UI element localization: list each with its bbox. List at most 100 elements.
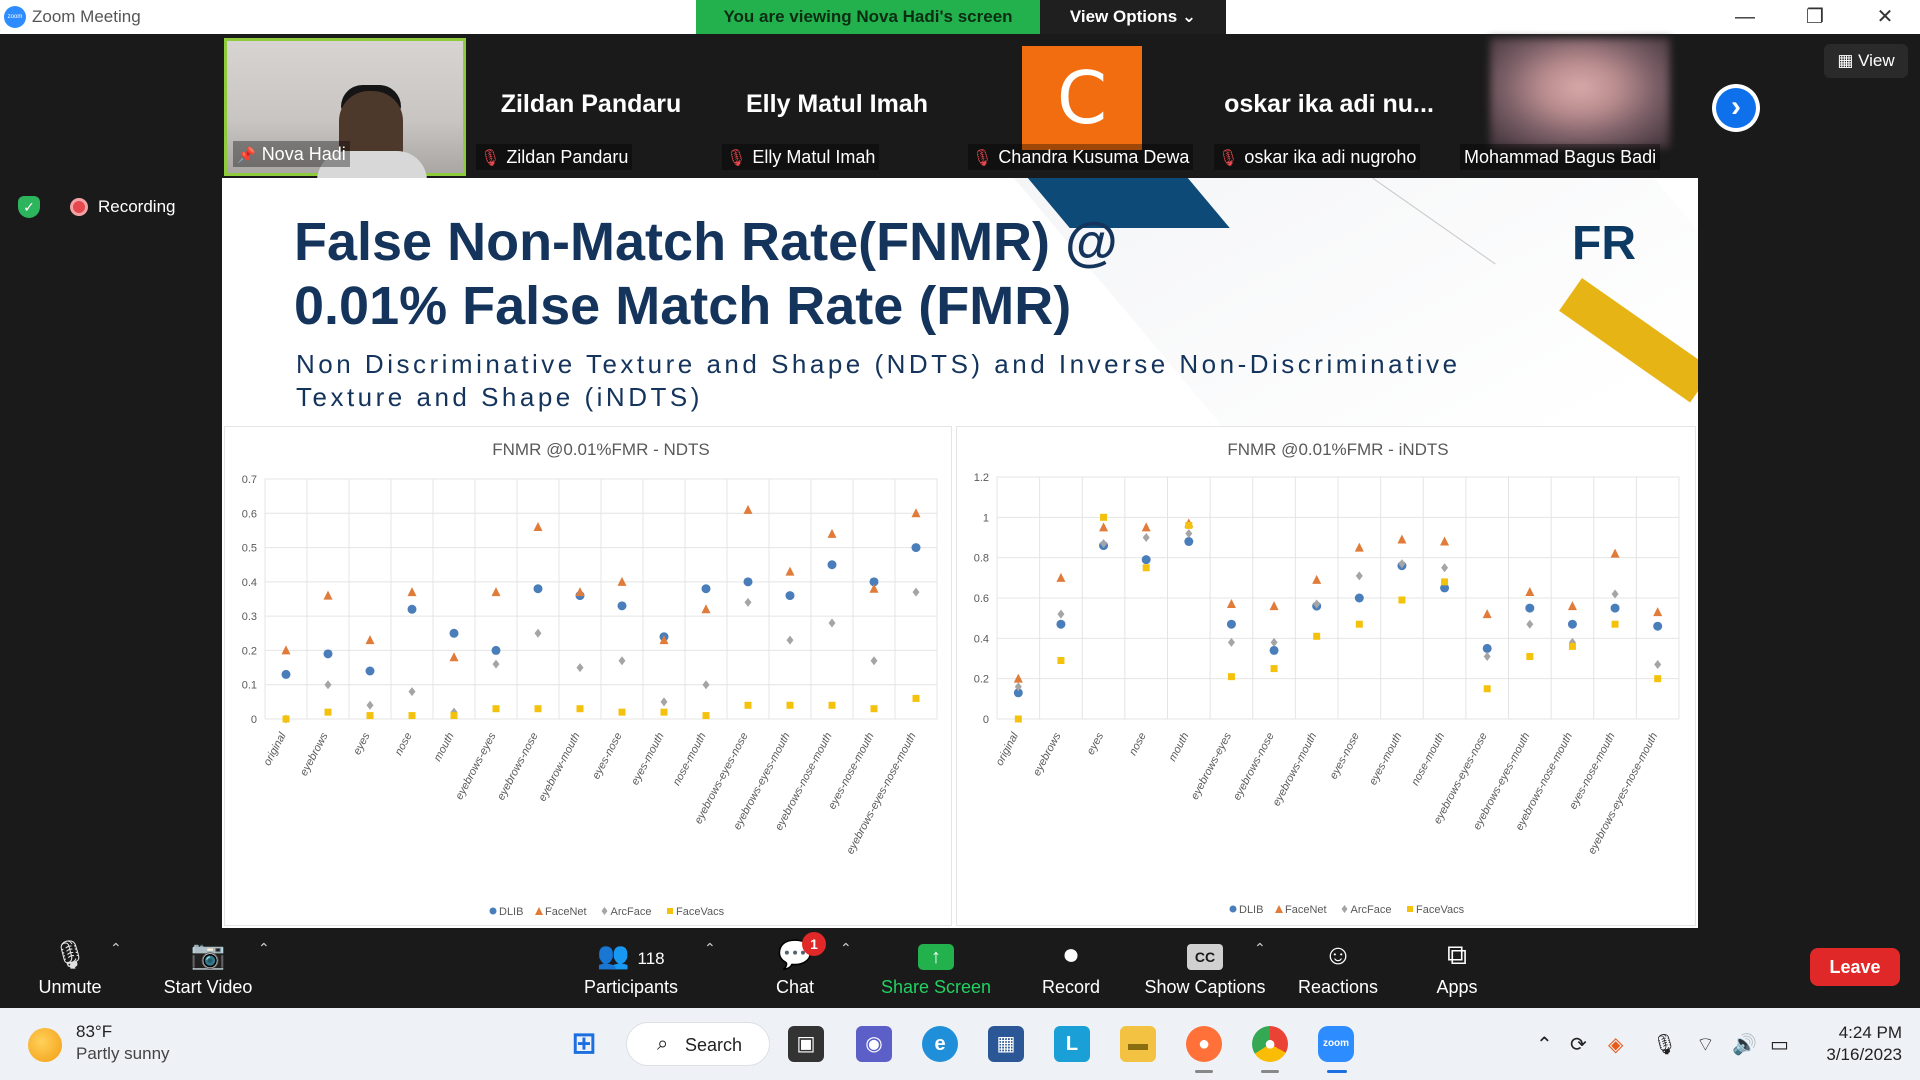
data-point-arcface <box>366 700 374 710</box>
participants-icon-row: 👥 118 <box>572 934 690 976</box>
y-tick-label: 0.2 <box>242 645 257 657</box>
legend-label: FaceNet <box>545 906 587 918</box>
data-point-facevacs <box>492 705 500 713</box>
firefox-icon[interactable]: ● <box>1186 1026 1222 1062</box>
chat-caret[interactable]: ⌃ <box>840 940 852 957</box>
battery-icon[interactable]: ▭ <box>1770 1032 1789 1057</box>
close-button[interactable]: ✕ <box>1850 0 1920 34</box>
data-point-arcface <box>492 659 500 669</box>
data-point-facenet <box>575 587 585 597</box>
participant-tile-chandra[interactable]: C 🎙 Chandra Kusuma Dewa <box>962 38 1204 176</box>
l-app-icon[interactable]: L <box>1054 1026 1090 1062</box>
file-explorer-icon[interactable]: ▬ <box>1120 1026 1156 1062</box>
chrome-running-indicator <box>1261 1070 1279 1073</box>
windows-start-icon[interactable]: ⊞ <box>566 1026 602 1062</box>
participant-name-label: 🎙 Zildan Pandaru <box>476 144 633 170</box>
chart-indts-svg: FNMR @0.01%FMR - iNDTS 0 0.2 0.4 0.6 0.8 1 1.2 o… <box>974 440 1680 916</box>
taskbar-search[interactable]: ⌕ Search <box>626 1022 770 1066</box>
app-tray-icon[interactable]: ◈ <box>1608 1032 1623 1057</box>
data-point-arcface <box>1185 528 1193 538</box>
view-options-button[interactable]: View Options ⌄ <box>1040 0 1226 34</box>
clock-date: 3/16/2023 <box>1826 1045 1902 1064</box>
system-clock[interactable]: 4:24 PM 3/16/2023 <box>1818 1022 1902 1066</box>
data-point-facenet <box>365 635 375 645</box>
teams-chat-icon[interactable]: ◉ <box>856 1026 892 1062</box>
x-tick-label: eyes <box>1085 730 1107 757</box>
video-off-icon: 📷 <box>190 939 226 970</box>
chart-indts: FNMR @0.01%FMR - iNDTS 0 0.2 0.4 0.6 0.8 1 1.2 o… <box>956 426 1696 926</box>
record-button[interactable]: ⏺ Record <box>1030 934 1112 1008</box>
participants-icon: 👥 <box>597 940 630 970</box>
data-point-facenet <box>1056 572 1066 582</box>
y-tick-label: 0.3 <box>242 611 257 623</box>
participants-button[interactable]: 👥 118 Participants <box>572 934 690 1008</box>
share-screen-button[interactable]: ↑ Share Screen <box>876 934 996 1008</box>
y-tick-label: 0.1 <box>242 680 257 692</box>
zoom-active-indicator <box>1327 1070 1347 1073</box>
chevron-right-icon: › <box>1716 88 1756 128</box>
data-point-arcface <box>1483 651 1491 661</box>
task-view-icon[interactable]: ▣ <box>788 1026 824 1062</box>
microphone-icon[interactable]: 🎙 <box>1652 1032 1677 1057</box>
chrome-icon[interactable]: ● <box>1252 1026 1288 1062</box>
x-tick-label: eyebrows-nose <box>1231 731 1277 802</box>
muted-mic-icon: 🎙 <box>726 150 747 167</box>
apps-button[interactable]: ⧉ Apps <box>1418 934 1496 1008</box>
show-captions-button[interactable]: CC Show Captions <box>1140 934 1270 1008</box>
pin-icon: 📌 <box>237 147 256 164</box>
unmute-button[interactable]: 🎙 Unmute <box>20 934 120 1008</box>
reactions-button[interactable]: ☺ Reactions <box>1290 934 1386 1008</box>
leave-button[interactable]: Leave <box>1810 948 1900 986</box>
chevron-up-icon[interactable]: ⌃ <box>1536 1032 1553 1057</box>
participant-name-label: Mohammad Bagus Badi <box>1460 144 1661 170</box>
x-tick-label: nose-mouth <box>1409 731 1447 788</box>
weather-temperature: 83°F <box>76 1022 113 1041</box>
store-icon[interactable]: ▦ <box>988 1026 1024 1062</box>
participants-caret[interactable]: ⌃ <box>704 940 716 957</box>
data-point-dlib <box>701 584 711 594</box>
sync-icon[interactable]: ⟳ <box>1570 1032 1587 1057</box>
participant-tile-nova-hadi[interactable]: 📌 Nova Hadi <box>224 38 466 181</box>
participant-tile-mohammad[interactable]: Mohammad Bagus Badi <box>1454 38 1696 176</box>
share-screen-label: Share Screen <box>880 977 992 997</box>
participant-name-label: 📌 Nova Hadi <box>233 141 350 167</box>
legend-label: DLIB <box>1239 904 1263 916</box>
data-point-facevacs <box>450 712 458 720</box>
start-video-button[interactable]: 📷 Start Video <box>150 934 266 1008</box>
data-point-facevacs <box>618 708 626 716</box>
shield-icon: ✓ <box>18 196 40 218</box>
view-label: View <box>1858 51 1895 70</box>
participant-tile-oskar[interactable]: oskar ika adi nu... 🎙 oskar ika adi nugro… <box>1208 38 1450 176</box>
legend-label: ArcFace <box>1351 904 1392 916</box>
audio-options-caret[interactable]: ⌃ <box>110 940 122 957</box>
participant-big-name: Zildan Pandaru <box>500 90 682 118</box>
x-tick-label: eyebrows-eyes <box>1189 730 1235 801</box>
edge-icon[interactable]: e <box>922 1026 958 1062</box>
participant-big-name: oskar ika adi nu... <box>1224 90 1434 118</box>
maximize-button[interactable]: ❐ <box>1780 0 1850 34</box>
participant-tile-elly[interactable]: Elly Matul Imah 🎙 Elly Matul Imah <box>716 38 958 176</box>
data-point-facevacs <box>1483 685 1491 693</box>
next-page-button[interactable]: › <box>1712 84 1760 132</box>
data-point-dlib <box>1056 619 1066 629</box>
participant-tile-zildan[interactable]: Zildan Pandaru 🎙 Zildan Pandaru <box>470 38 712 176</box>
data-point-dlib <box>1567 619 1577 629</box>
view-button[interactable]: ▦ View <box>1824 44 1908 78</box>
data-point-dlib <box>449 628 459 638</box>
record-label: Record <box>1041 977 1101 997</box>
slide-title-line-1: False Non-Match Rate(FNMR) @ <box>294 212 1118 272</box>
minimize-button[interactable]: — <box>1710 0 1780 34</box>
speaker-icon[interactable]: 🔊 <box>1732 1032 1757 1057</box>
captions-caret[interactable]: ⌃ <box>1254 940 1266 957</box>
wifi-icon[interactable]: ⌔ <box>1696 1032 1715 1057</box>
data-point-facevacs <box>366 712 374 720</box>
video-options-caret[interactable]: ⌃ <box>258 940 270 957</box>
participants-label: Participants <box>583 977 679 997</box>
data-point-facenet <box>1099 522 1109 532</box>
data-point-facenet <box>1141 522 1151 532</box>
meeting-toolbar: 🎙 Unmute ⌃ 📷 Start Video ⌃ 👥 118 Partici… <box>0 934 1920 1008</box>
data-point-facenet <box>1312 574 1322 584</box>
zoom-taskbar-icon[interactable]: zoom <box>1318 1026 1354 1062</box>
participant-name-label: 🎙 Elly Matul Imah <box>722 144 880 170</box>
data-point-facenet <box>911 508 921 518</box>
